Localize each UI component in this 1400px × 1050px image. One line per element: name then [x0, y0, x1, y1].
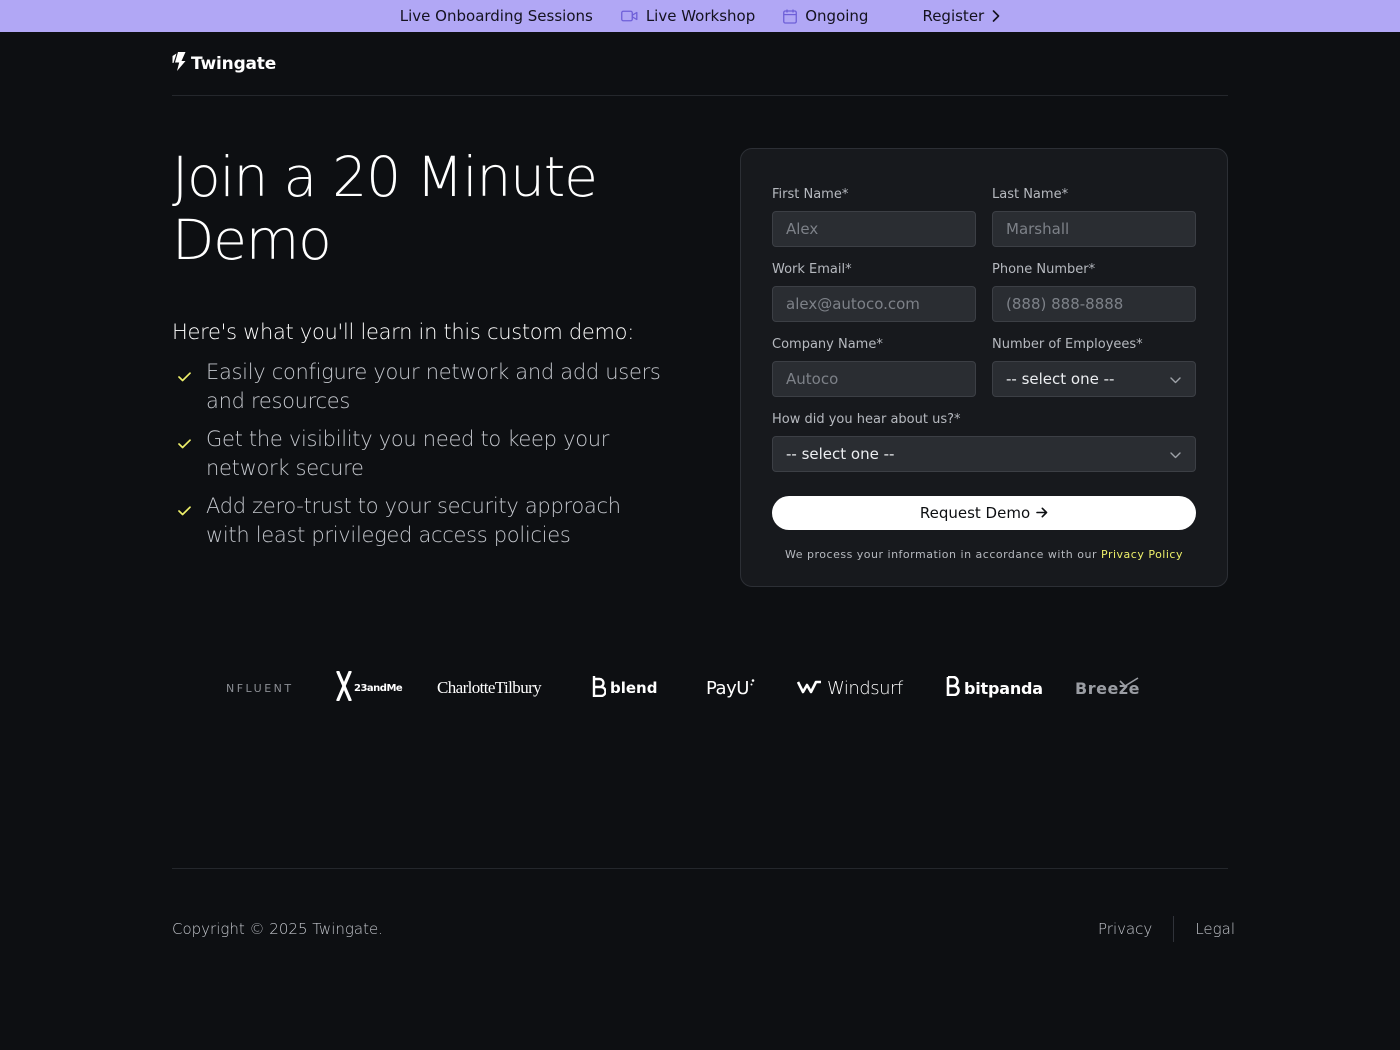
windsurf-mark-icon: [796, 679, 822, 698]
footer-link-divider: [1173, 916, 1175, 942]
twingate-logo[interactable]: Twingate: [172, 52, 276, 75]
privacy-note-text: We process your information in accordanc…: [785, 548, 1097, 561]
bitpanda-mark-icon: [946, 675, 960, 700]
hear-about-group: How did you hear about us?* -- select on…: [772, 412, 1196, 472]
benefit-text: Easily configure your network and add us…: [206, 360, 661, 413]
payu-wordmark: PayU: [706, 677, 749, 699]
footer-nav: Privacy Legal: [1098, 916, 1235, 942]
blend-wordmark: blend: [610, 679, 658, 697]
23andme-wordmark: 23andMe: [354, 682, 403, 694]
banner-title: Live Onboarding Sessions: [399, 7, 593, 25]
customer-logos: NFLUENT 23andMe CharlotteTilbury blend P…: [172, 668, 1228, 708]
benefit-text: Get the visibility you need to keep your…: [206, 427, 610, 480]
23andme-logo: 23andMe: [336, 668, 403, 708]
calendar-icon: [783, 9, 798, 24]
twingate-logo-icon: [172, 52, 186, 75]
windsurf-wordmark: Windsurf: [827, 677, 903, 699]
phone-group: Phone Number*: [992, 262, 1196, 322]
hear-about-selected-value: -- select one --: [786, 445, 895, 463]
work-email-label: Work Email*: [772, 262, 852, 277]
work-email-group: Work Email*: [772, 262, 976, 322]
privacy-note: We process your information in accordanc…: [741, 548, 1227, 561]
video-icon: [620, 10, 638, 22]
first-name-label: First Name*: [772, 187, 849, 202]
list-item: Get the visibility you need to keep your…: [172, 425, 662, 482]
phone-label: Phone Number*: [992, 262, 1096, 277]
privacy-policy-link[interactable]: Privacy Policy: [1101, 548, 1183, 561]
hear-about-select[interactable]: -- select one --: [772, 436, 1196, 472]
work-email-field[interactable]: [772, 286, 976, 322]
checkmark-icon: [1119, 672, 1139, 691]
register-label: Register: [922, 7, 985, 25]
employees-group: Number of Employees* -- select one --: [992, 337, 1196, 397]
check-icon: [172, 425, 206, 453]
bitpanda-wordmark: bitpanda: [964, 678, 1043, 698]
last-name-label: Last Name*: [992, 187, 1069, 202]
sparkle-icon: [750, 672, 756, 691]
company-group: Company Name*: [772, 337, 976, 397]
footer-link-legal[interactable]: Legal: [1195, 920, 1235, 938]
first-name-group: First Name*: [772, 187, 976, 247]
employees-select[interactable]: -- select one --: [992, 361, 1196, 397]
confluent-wordmark: NFLUENT: [226, 681, 294, 695]
windsurf-logo: Windsurf: [796, 668, 903, 708]
phone-field[interactable]: [992, 286, 1196, 322]
banner-schedule: Ongoing: [805, 7, 869, 25]
blend-mark-icon: [592, 675, 607, 701]
request-demo-button[interactable]: Request Demo: [772, 496, 1196, 530]
charlotte-tilbury-wordmark: CharlotteTilbury: [437, 678, 542, 697]
banner-content: Live Onboarding Sessions Live Workshop O…: [400, 7, 869, 25]
benefit-text: Add zero-trust to your security approach…: [206, 494, 621, 547]
breeze-logo: Breeze: [1075, 668, 1140, 708]
register-link[interactable]: Register: [922, 7, 1000, 25]
first-name-field[interactable]: [772, 211, 976, 247]
employees-selected-value: -- select one --: [1006, 370, 1115, 388]
learn-heading: Here's what you'll learn in this custom …: [172, 320, 634, 344]
arrow-right-icon: [1036, 504, 1048, 522]
check-icon: [172, 358, 206, 386]
chevron-down-icon: [1170, 445, 1181, 463]
chevron-right-icon: [992, 10, 1000, 22]
logo-wordmark: Twingate: [191, 53, 277, 74]
hear-about-label: How did you hear about us?*: [772, 412, 961, 427]
chevron-down-icon: [1170, 370, 1181, 388]
request-demo-label: Request Demo: [919, 504, 1031, 522]
payu-logo: PayU: [706, 668, 756, 708]
page-title: Join a 20 Minute Demo: [172, 145, 598, 272]
company-label: Company Name*: [772, 337, 883, 352]
footer-link-privacy[interactable]: Privacy: [1098, 920, 1152, 938]
confluent-logo: NFLUENT: [226, 668, 294, 708]
demo-request-form: First Name* Last Name* Work Email* Phone…: [740, 148, 1228, 587]
announcement-banner: Live Onboarding Sessions Live Workshop O…: [0, 0, 1400, 32]
banner-session-type: Live Workshop: [645, 7, 756, 25]
copyright: Copyright © 2025 Twingate.: [172, 920, 383, 938]
blend-logo: blend: [592, 668, 657, 708]
last-name-group: Last Name*: [992, 187, 1196, 247]
site-header: Twingate: [172, 32, 1228, 96]
charlotte-tilbury-logo: CharlotteTilbury: [437, 668, 542, 708]
list-item: Easily configure your network and add us…: [172, 358, 662, 415]
benefits-list: Easily configure your network and add us…: [172, 358, 662, 559]
employees-label: Number of Employees*: [992, 337, 1143, 352]
check-icon: [172, 492, 206, 520]
company-field[interactable]: [772, 361, 976, 397]
footer-divider: [172, 868, 1228, 869]
23andme-mark-icon: [336, 670, 352, 705]
last-name-field[interactable]: [992, 211, 1196, 247]
list-item: Add zero-trust to your security approach…: [172, 492, 662, 549]
bitpanda-logo: bitpanda: [946, 668, 1043, 708]
